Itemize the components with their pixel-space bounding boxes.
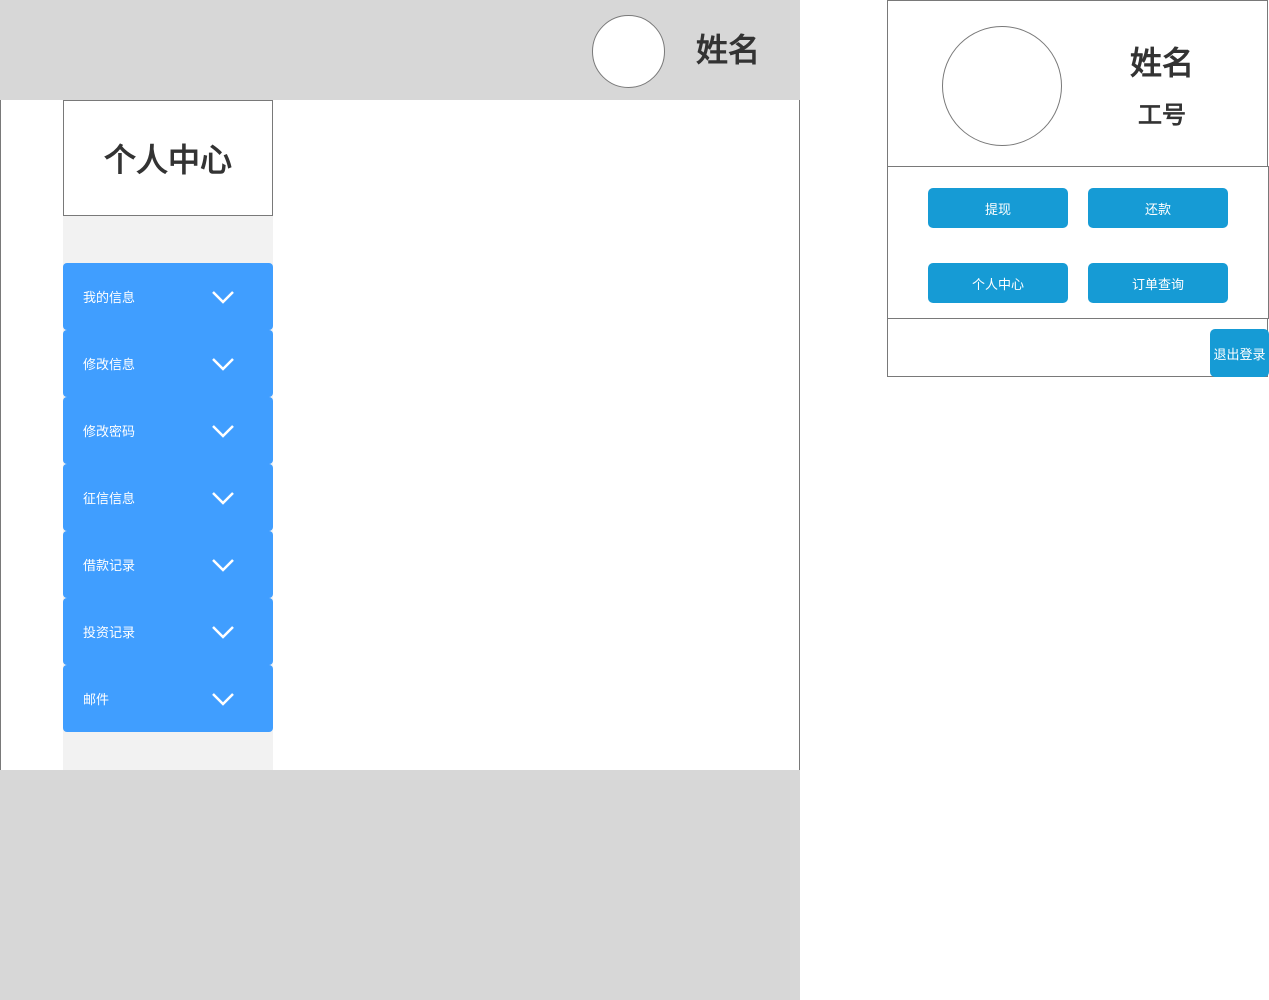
personal-center-button[interactable]: 个人中心 [928, 263, 1068, 303]
withdraw-button[interactable]: 提现 [928, 188, 1068, 228]
profile-footer: 退出登录 [887, 318, 1269, 377]
repay-button[interactable]: 还款 [1088, 188, 1228, 228]
sidebar-item-label: 征信信息 [83, 492, 136, 507]
chevron-down-icon [212, 625, 234, 639]
profile-avatar [942, 26, 1062, 146]
sidebar-item-edit-info[interactable]: 修改信息 [63, 330, 273, 397]
sidebar-item-label: 我的信息 [83, 291, 136, 306]
sidebar-item-label: 借款记录 [83, 559, 136, 574]
sidebar-title: 个人中心 [103, 141, 232, 179]
sidebar-item-label: 修改信息 [83, 358, 136, 373]
header-avatar[interactable] [592, 15, 665, 88]
profile-name: 姓名 [1130, 44, 1195, 82]
chevron-down-icon [212, 692, 234, 706]
chevron-down-icon [212, 424, 234, 438]
header-bar: 姓名 [0, 0, 800, 100]
sidebar-item-mail[interactable]: 邮件 [63, 665, 273, 732]
profile-header: 姓名 工号 [887, 0, 1268, 167]
sidebar-item-credit-info[interactable]: 征信信息 [63, 464, 273, 531]
sidebar-item-investment-records[interactable]: 投资记录 [63, 598, 273, 665]
header-user-name[interactable]: 姓名 [696, 28, 760, 72]
sidebar-item-label: 邮件 [83, 693, 110, 708]
chevron-down-icon [212, 290, 234, 304]
sidebar-item-label: 投资记录 [83, 626, 136, 641]
logout-button[interactable]: 退出登录 [1210, 329, 1269, 377]
profile-card: 姓名 工号 提现 还款 个人中心 订单查询 退出登录 [887, 0, 1269, 377]
order-query-button[interactable]: 订单查询 [1088, 263, 1228, 303]
sidebar-item-loan-records[interactable]: 借款记录 [63, 531, 273, 598]
sidebar-item-change-password[interactable]: 修改密码 [63, 397, 273, 464]
profile-actions: 提现 还款 个人中心 订单查询 [887, 166, 1269, 319]
sidebar-item-my-info[interactable]: 我的信息 [63, 263, 273, 330]
sidebar-title-box: 个人中心 [63, 100, 273, 216]
sidebar-menu: 我的信息 修改信息 修改密码 征信信息 借款记录 投资记录 邮件 [63, 263, 273, 732]
sidebar-item-label: 修改密码 [83, 425, 136, 440]
chevron-down-icon [212, 491, 234, 505]
chevron-down-icon [212, 558, 234, 572]
main-frame: 姓名 个人中心 我的信息 修改信息 修改密码 征信信息 借款记录 投资记录 邮件 [0, 0, 800, 1000]
chevron-down-icon [212, 357, 234, 371]
profile-employee-id: 工号 [1138, 101, 1186, 129]
